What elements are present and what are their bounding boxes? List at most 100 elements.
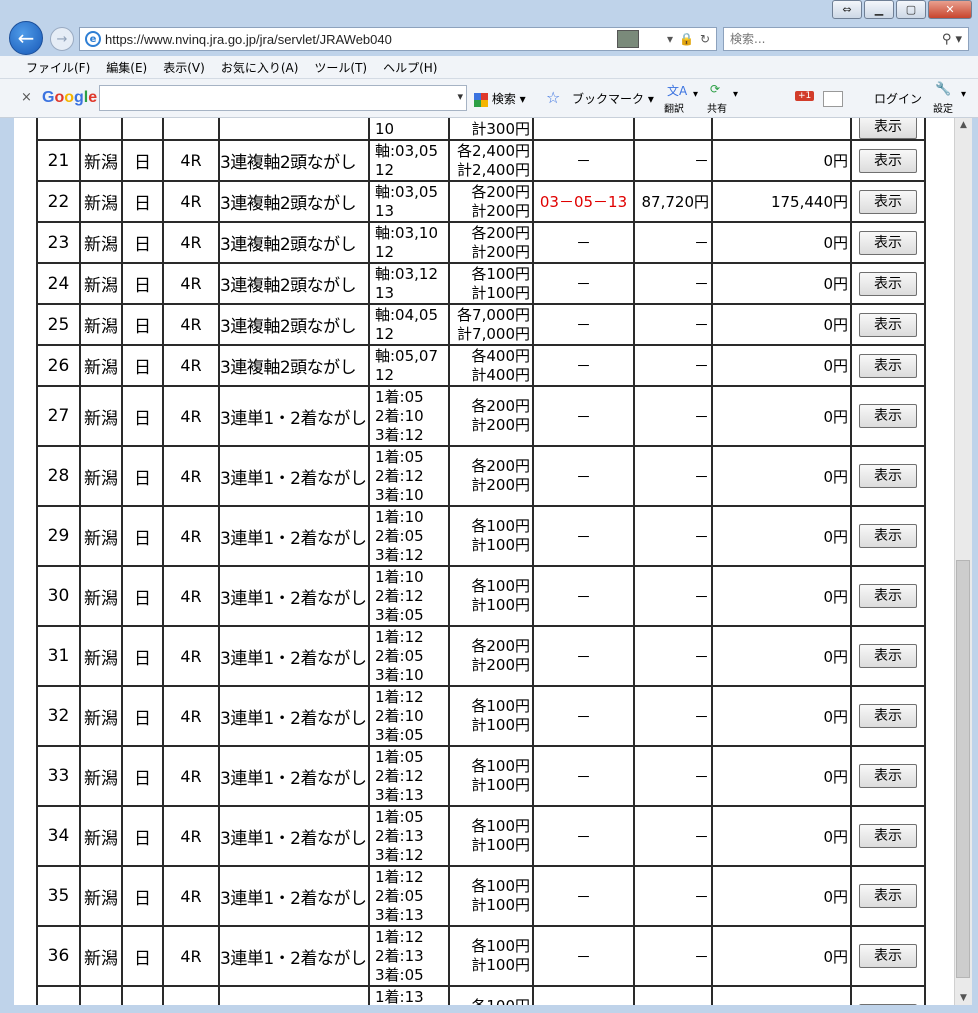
google-search-input[interactable] <box>99 85 467 111</box>
show-button[interactable]: 表示 <box>859 884 917 908</box>
amount-line: 各200円 <box>471 397 530 415</box>
cell-race: 4R <box>162 505 220 567</box>
search-box[interactable]: ⚲ ▾ <box>723 27 969 51</box>
show-button[interactable]: 表示 <box>859 584 917 608</box>
cell-day: 日 <box>121 221 164 264</box>
vertical-scrollbar[interactable]: ▲ ▼ <box>954 118 972 1005</box>
wrench-icon[interactable]: 🔧 <box>935 82 951 97</box>
compatibility-view-icon[interactable] <box>616 30 639 48</box>
show-button[interactable]: 表示 <box>859 118 917 139</box>
address-bar[interactable]: e https://www.nvinq.jra.go.jp/jra/servle… <box>79 27 717 51</box>
close-button[interactable]: ✕ <box>928 0 972 19</box>
forward-button[interactable]: → <box>50 27 74 51</box>
cell-venue <box>79 118 123 141</box>
cell-kaime: 軸:03,12 13 <box>368 262 450 305</box>
table-row: 24 新潟日 4R 3連複軸2頭ながし 軸:03,12 13 各100円 計100円－－ 0円表… <box>36 262 926 305</box>
show-button[interactable]: 表示 <box>859 312 917 337</box>
address-url[interactable]: https://www.nvinq.jra.go.jp/jra/servlet/… <box>105 32 617 47</box>
amount-line: 各100円 <box>471 937 530 955</box>
cell-payout: － <box>633 625 713 687</box>
close-toolbar-icon[interactable]: × <box>21 90 32 105</box>
amount-line: 各2,400円 <box>457 141 530 160</box>
table-row: 26 新潟日 4R 3連複軸2頭ながし 軸:05,07 12 各400円 計400円－－ 0円表… <box>36 344 926 387</box>
table-row: 36 新潟日 4R 3連単1・2着ながし 1着:12 2着:13 3着:05 各100円 計10… <box>36 925 926 987</box>
cell-hit: － <box>532 344 635 387</box>
cell-action: 表示 <box>850 865 926 927</box>
scroll-down-icon[interactable]: ▼ <box>955 993 972 1003</box>
bookmark-button[interactable]: ブックマーク ▾ <box>572 90 654 107</box>
show-button[interactable]: 表示 <box>859 464 917 488</box>
scroll-up-icon[interactable]: ▲ <box>955 120 972 130</box>
google-search-button[interactable]: 検索 ▾ <box>474 90 526 107</box>
kaime-line: 1着:12 <box>375 627 424 646</box>
scrollbar-thumb[interactable] <box>956 560 970 978</box>
cell-action: 表示 <box>850 985 926 1005</box>
cell-kaime: 10 <box>368 118 450 141</box>
menu-help[interactable]: ヘルプ(H) <box>375 59 445 76</box>
show-button[interactable]: 表示 <box>859 824 917 848</box>
maximize-button[interactable]: ▢ <box>896 0 926 19</box>
show-button[interactable]: 表示 <box>859 1004 917 1005</box>
cell-hit: － <box>532 262 635 305</box>
cell-refund: 0円 <box>711 262 852 305</box>
cell-amount: 計300円 <box>448 118 534 141</box>
cell-type: 3連単1・2着ながし <box>218 925 370 987</box>
refresh-icon[interactable]: ↻ <box>700 32 710 46</box>
cell-venue: 新潟 <box>79 805 123 867</box>
cell-venue: 新潟 <box>79 445 123 507</box>
lock-icon[interactable]: 🔒 <box>679 32 694 46</box>
cell-refund: 0円 <box>711 139 852 182</box>
login-link[interactable]: ログイン <box>874 90 922 107</box>
minimize-button[interactable]: ▁ <box>864 0 894 19</box>
kaime-line: 2着:12 <box>375 766 424 785</box>
show-button[interactable]: 表示 <box>859 524 917 548</box>
cell-type <box>218 118 370 141</box>
bet-history-body: 10 計300円 表示 21 新潟日 4R 3連複軸2頭ながし 軸:03,05 12 各2,… <box>36 118 926 1005</box>
share-label[interactable]: 共有 <box>707 100 727 115</box>
menu-view[interactable]: 表示(V) <box>155 59 213 76</box>
cell-race: 4R <box>162 565 220 627</box>
menu-tools[interactable]: ツール(T) <box>306 59 375 76</box>
cell-day: 日 <box>121 385 164 447</box>
show-button[interactable]: 表示 <box>859 189 917 214</box>
show-button[interactable]: 表示 <box>859 271 917 296</box>
cell-refund: 0円 <box>711 865 852 927</box>
menu-favorites[interactable]: お気に入り(A) <box>213 59 307 76</box>
share-dropdown-icon[interactable]: ▾ <box>733 89 738 100</box>
kaime-line: 12 <box>375 160 395 179</box>
show-button[interactable]: 表示 <box>859 148 917 173</box>
cell-amount: 各200円 計200円 <box>448 385 534 447</box>
gplus-icon[interactable]: +1 <box>795 91 815 101</box>
amount-line: 計100円 <box>471 283 530 302</box>
dropdown-icon[interactable]: ▾ <box>667 32 673 46</box>
show-button[interactable]: 表示 <box>859 230 917 255</box>
amount-line: 各7,000円 <box>457 305 530 324</box>
show-button[interactable]: 表示 <box>859 944 917 968</box>
window-caption-buttons: ⇔ ▁ ▢ ✕ <box>832 0 972 19</box>
cell-payout: － <box>633 565 713 627</box>
star-icon[interactable]: ☆ <box>546 88 560 107</box>
show-button[interactable]: 表示 <box>859 353 917 378</box>
settings-label[interactable]: 設定 <box>933 100 953 115</box>
cell-hit: － <box>532 805 635 867</box>
show-button[interactable]: 表示 <box>859 764 917 788</box>
translate-icon[interactable]: 文A <box>667 82 687 99</box>
menu-edit[interactable]: 編集(E) <box>98 59 155 76</box>
translate-dropdown-icon[interactable]: ▾ <box>693 89 698 100</box>
show-button[interactable]: 表示 <box>859 644 917 668</box>
restore-size-button[interactable]: ⇔ <box>832 0 862 19</box>
back-button[interactable]: ← <box>9 21 43 55</box>
search-input[interactable] <box>724 31 942 47</box>
cell-venue: 新潟 <box>79 565 123 627</box>
menu-file[interactable]: ファイル(F) <box>18 59 98 76</box>
amount-line: 各400円 <box>471 346 530 365</box>
show-button[interactable]: 表示 <box>859 404 917 428</box>
cell-action: 表示 <box>850 139 926 182</box>
settings-dropdown-icon[interactable]: ▾ <box>961 89 966 100</box>
show-button[interactable]: 表示 <box>859 704 917 728</box>
search-icon[interactable]: ⚲ ▾ <box>942 32 962 47</box>
translate-label[interactable]: 翻訳 <box>664 100 684 115</box>
cell-venue: 新潟 <box>79 385 123 447</box>
share-icon[interactable]: ⟳ <box>710 82 720 96</box>
cell-refund: 0円 <box>711 303 852 346</box>
